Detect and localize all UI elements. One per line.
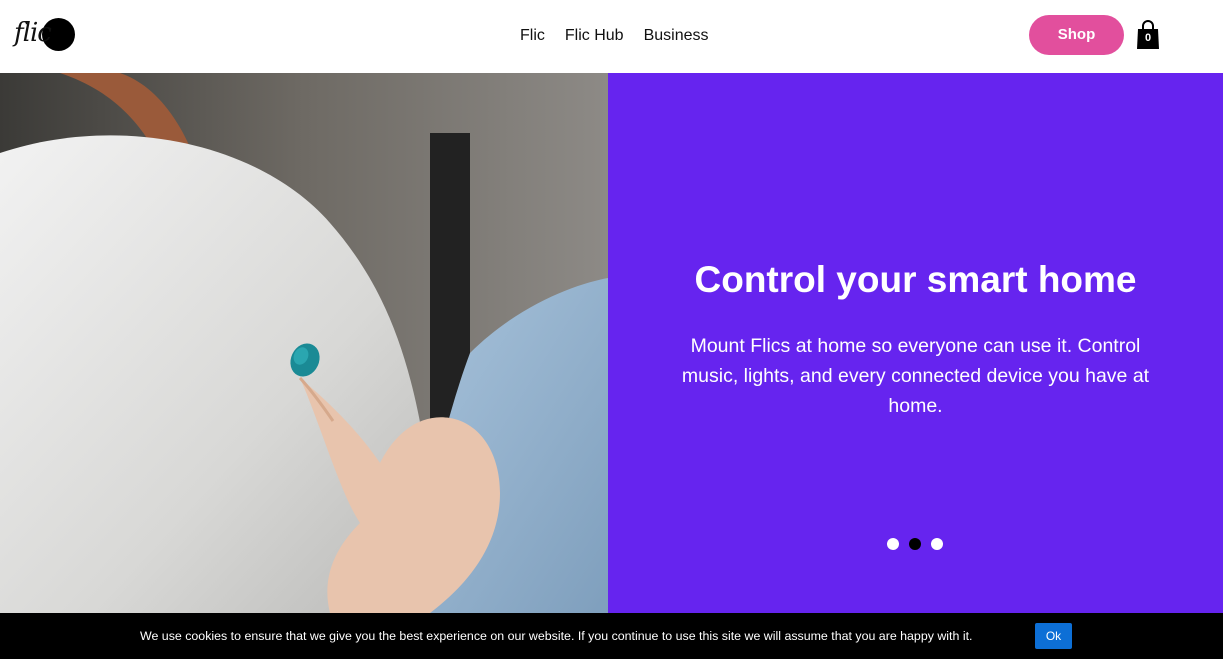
main-nav: Flic Flic Hub Business xyxy=(520,26,709,46)
hero-panel: Control your smart home Mount Flics at h… xyxy=(608,73,1223,613)
hero-title: Control your smart home xyxy=(694,259,1137,300)
cart-count: 0 xyxy=(1144,32,1152,44)
logo-text: flic xyxy=(14,18,52,48)
nav-link-business[interactable]: Business xyxy=(644,26,709,46)
cookie-message: We use cookies to ensure that we give yo… xyxy=(140,629,973,643)
nav-link-flic[interactable]: Flic xyxy=(520,26,545,46)
cookie-ok-button[interactable]: Ok xyxy=(1035,623,1072,649)
cart-button[interactable]: 0 xyxy=(1136,20,1160,50)
slider-dot-3[interactable] xyxy=(931,538,943,550)
site-header: flic Flic Flic Hub Business Shop 0 xyxy=(0,0,1223,73)
hand-pressing-flic-image xyxy=(0,73,608,613)
cookie-banner: We use cookies to ensure that we give yo… xyxy=(0,613,1223,659)
nav-link-flic-hub[interactable]: Flic Hub xyxy=(565,26,624,46)
slider-dot-2[interactable] xyxy=(909,538,921,550)
slider-dots xyxy=(887,538,943,550)
slider-dot-1[interactable] xyxy=(887,538,899,550)
flic-logo[interactable]: flic xyxy=(14,16,76,54)
shop-button[interactable]: Shop xyxy=(1029,15,1124,55)
hero-description: Mount Flics at home so everyone can use … xyxy=(681,335,1150,417)
hero-image xyxy=(0,73,608,613)
